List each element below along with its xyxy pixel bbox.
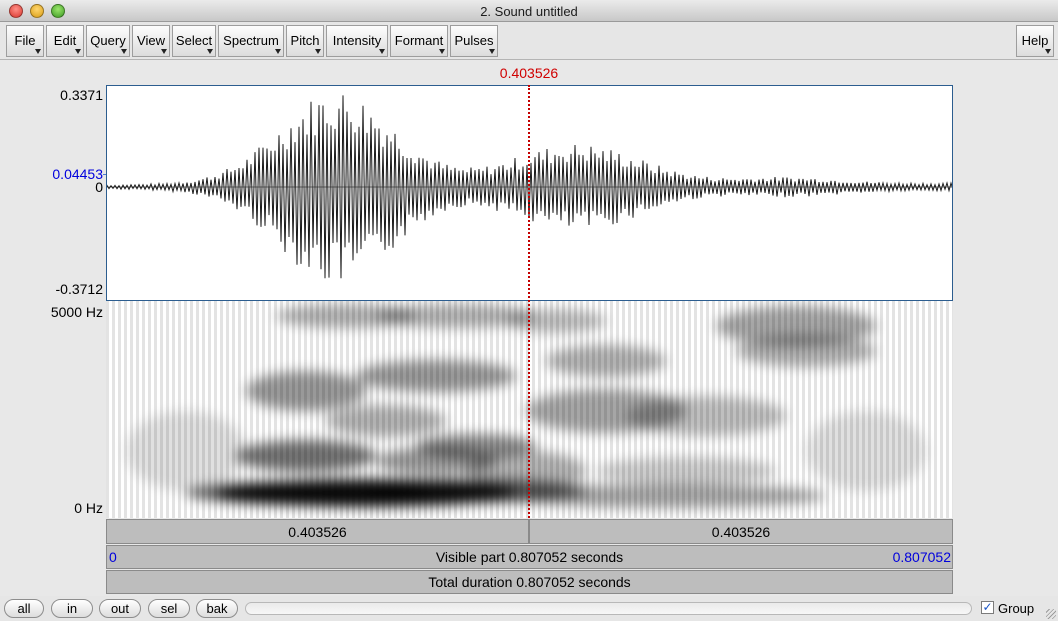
selection-right-bar[interactable]: 0.403526 <box>529 519 953 544</box>
horizontal-scrollbar[interactable] <box>245 602 972 615</box>
resize-grip-icon[interactable] <box>1046 609 1056 619</box>
waveform-trace <box>107 95 952 279</box>
dropdown-arrow-icon <box>439 49 445 54</box>
visible-part-label: Visible part 0.807052 seconds <box>435 549 624 565</box>
menu-label: Intensity <box>332 33 382 48</box>
waveform-svg <box>107 95 952 279</box>
menu-formant-button[interactable]: Formant <box>390 25 448 57</box>
spectrogram-top-label: 5000 Hz <box>50 304 103 320</box>
dropdown-arrow-icon <box>75 49 81 54</box>
visible-end-label: 0.807052 <box>892 549 951 565</box>
dropdown-arrow-icon <box>379 49 385 54</box>
total-duration-label: Total duration 0.807052 seconds <box>428 574 631 590</box>
waveform-max-label: 0.3371 <box>60 87 103 103</box>
menu-label: Query <box>90 33 126 48</box>
group-checkbox[interactable]: ✓ <box>981 601 994 614</box>
window-titlebar: 2. Sound untitled <box>0 0 1058 22</box>
menu-pitch-button[interactable]: Pitch <box>286 25 324 57</box>
spectrogram-bottom-label: 0 Hz <box>74 500 103 516</box>
zoom-all-button[interactable]: all <box>4 599 44 618</box>
zoom-in-button[interactable]: in <box>51 599 93 618</box>
bottom-toolbar: ✓ Group all in out sel bak <box>0 596 1058 621</box>
selection-left-bar[interactable]: 0.403526 <box>106 519 529 544</box>
help-menu-button[interactable]: Help <box>1016 25 1054 57</box>
menu-bar: Help File Edit Query View Select Spectrum Pitc… <box>0 22 1058 60</box>
zoom-sel-button[interactable]: sel <box>148 599 190 618</box>
menu-label: File <box>14 33 36 48</box>
help-menu-label: Help <box>1021 33 1049 48</box>
dropdown-arrow-icon <box>161 49 167 54</box>
menu-label: Edit <box>53 33 77 48</box>
menu-label: Select <box>175 33 213 48</box>
menu-label: Pulses <box>454 33 494 48</box>
dropdown-arrow-icon <box>1045 49 1051 54</box>
total-duration-bar[interactable]: Total duration 0.807052 seconds <box>106 570 953 594</box>
group-label: Group <box>998 601 1035 616</box>
zoom-out-button[interactable]: out <box>99 599 141 618</box>
dropdown-arrow-icon <box>207 49 213 54</box>
menu-query-button[interactable]: Query <box>86 25 130 57</box>
waveform-min-label: -0.3712 <box>55 281 103 297</box>
menu-file-button[interactable]: File <box>6 25 44 57</box>
dropdown-arrow-icon <box>35 49 41 54</box>
menu-select-button[interactable]: Select <box>172 25 216 57</box>
menu-edit-button[interactable]: Edit <box>46 25 84 57</box>
zoom-bak-button[interactable]: bak <box>196 599 238 618</box>
visible-part-bar[interactable]: 0 Visible part 0.807052 seconds 0.807052 <box>106 545 953 569</box>
dropdown-arrow-icon <box>275 49 281 54</box>
cursor-time-label: 0.403526 <box>499 65 559 81</box>
window-title: 2. Sound untitled <box>480 4 578 19</box>
dropdown-arrow-icon <box>315 49 321 54</box>
menu-label: Pitch <box>290 33 320 48</box>
cursor-line <box>528 85 530 518</box>
menu-view-button[interactable]: View <box>132 25 170 57</box>
menu-label: Formant <box>394 33 444 48</box>
dropdown-arrow-icon <box>489 49 495 54</box>
menu-pulses-button[interactable]: Pulses <box>450 25 498 57</box>
selection-right-label: 0.403526 <box>711 524 771 540</box>
dropdown-arrow-icon <box>121 49 127 54</box>
selection-left-label: 0.403526 <box>288 524 347 540</box>
check-icon: ✓ <box>982 600 993 614</box>
menu-label: View <box>137 33 165 48</box>
waveform-zero-label: 0 <box>95 179 103 195</box>
menu-intensity-button[interactable]: Intensity <box>326 25 388 57</box>
menu-label: Spectrum <box>223 33 279 48</box>
menu-spectrum-button[interactable]: Spectrum <box>218 25 284 57</box>
